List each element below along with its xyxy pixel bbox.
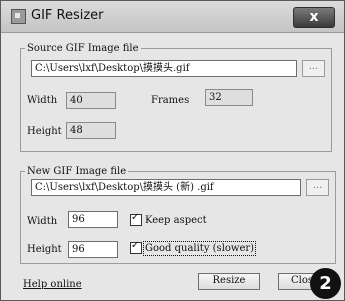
frames-label: Frames [151,95,190,106]
title-bar: GIF Resizer x [1,1,344,33]
new-group-legend: New GIF Image file [27,166,127,177]
source-height-label: Height [27,126,62,137]
source-width-label: Width [27,95,58,106]
window-title: GIF Resizer [31,8,104,23]
gif-resizer-window: GIF Resizer x Source GIF Image file C:\U… [0,0,345,301]
good-quality-checkbox[interactable] [130,240,142,254]
source-group-legend: Source GIF Image file [27,43,139,54]
good-quality-label: Good quality (slower) [142,241,257,256]
app-icon [11,9,26,24]
source-browse-button[interactable]: ... [302,60,325,77]
new-height-label: Height [27,244,62,255]
window-close-button[interactable]: x [293,7,335,28]
source-path-field[interactable]: C:\Users\lxf\Desktop\摸摸头.gif [31,60,297,77]
new-browse-button[interactable]: ... [306,179,329,196]
resize-button[interactable]: Resize [198,273,260,290]
source-width-field: 40 [66,92,116,109]
help-online-link[interactable]: Help online [23,279,82,290]
step-number-badge: 2 [310,268,341,299]
new-path-field[interactable]: C:\Users\lxf\Desktop\摸摸头 (新) .gif [31,179,301,196]
keep-aspect-checkbox[interactable] [130,212,142,226]
new-height-input[interactable]: 96 [68,241,118,258]
new-width-label: Width [27,216,58,227]
new-width-input[interactable]: 96 [68,211,118,228]
keep-aspect-label: Keep aspect [145,215,207,226]
frames-field: 32 [205,89,253,106]
source-height-field: 48 [66,122,116,139]
